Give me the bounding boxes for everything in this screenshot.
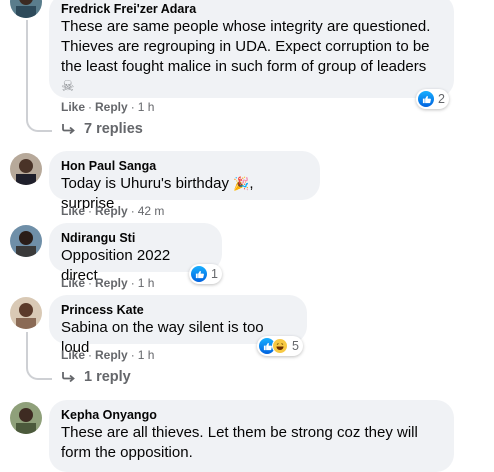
reaction-count: 2 (438, 92, 445, 106)
avatar-photo (10, 225, 42, 257)
haha-icon (272, 338, 288, 354)
timestamp[interactable]: 42 m (138, 204, 165, 218)
comment-author[interactable]: Hon Paul Sanga (61, 158, 308, 174)
comment-bubble: Fredrick Frei'zer Adara These are same p… (49, 0, 454, 98)
avatar[interactable] (10, 153, 42, 185)
comment-body: These are all thieves. Let them be stron… (61, 424, 418, 461)
avatar-photo (10, 0, 42, 18)
thread-line (26, 20, 28, 120)
avatar-photo (10, 153, 42, 185)
replies-label: 1 reply (84, 369, 131, 385)
reaction-count: 1 (211, 267, 218, 281)
thread-curve (26, 364, 52, 380)
timestamp[interactable]: 1 h (138, 100, 155, 114)
like-link[interactable]: Like (61, 100, 85, 114)
avatar-photo (10, 297, 42, 329)
avatar[interactable] (10, 297, 42, 329)
like-icon (191, 266, 207, 282)
reply-link[interactable]: Reply (95, 204, 128, 218)
comment-bubble: Kepha Onyango These are all thieves. Let… (49, 400, 454, 472)
comment-author[interactable]: Fredrick Frei'zer Adara (61, 1, 442, 17)
comment-author[interactable]: Ndirangu Sti (61, 230, 210, 246)
timestamp[interactable]: 1 h (138, 276, 155, 290)
avatar[interactable] (10, 225, 42, 257)
like-link[interactable]: Like (61, 204, 85, 218)
party-popper-icon: 🎉 (233, 176, 250, 191)
thread-curve (26, 116, 52, 132)
comment-body: These are same people whose integrity ar… (61, 18, 431, 75)
skull-crossbones-icon: ☠ (61, 78, 75, 95)
reaction-summary[interactable]: 5 (257, 336, 303, 356)
reaction-summary[interactable]: 1 (189, 264, 222, 284)
reply-link[interactable]: Reply (95, 100, 128, 114)
reply-arrow-icon (62, 371, 76, 383)
comment-author[interactable]: Princess Kate (61, 302, 295, 318)
comment-body-start: Today is Uhuru's birthday (61, 175, 234, 192)
reply-link[interactable]: Reply (95, 276, 128, 290)
like-link[interactable]: Like (61, 348, 85, 362)
replies-label: 7 replies (84, 121, 143, 137)
timestamp[interactable]: 1 h (138, 348, 155, 362)
avatar-photo (10, 402, 42, 434)
avatar[interactable] (10, 402, 42, 434)
thread-line (26, 332, 28, 368)
reply-link[interactable]: Reply (95, 348, 128, 362)
comment-text: These are same people whose integrity ar… (61, 17, 442, 97)
avatar[interactable] (10, 0, 42, 18)
view-replies-button[interactable]: 7 replies (62, 121, 143, 137)
comment-actions: Like · Reply · 1 h (61, 348, 155, 362)
comment-bubble: Hon Paul Sanga Today is Uhuru's birthday… (49, 151, 320, 212)
comment-actions: Like · Reply · 42 m (61, 204, 165, 218)
comment-actions: Like · Reply · 1 h (61, 276, 155, 290)
comment-author[interactable]: Kepha Onyango (61, 407, 442, 423)
reply-arrow-icon (62, 123, 76, 135)
reaction-summary[interactable]: 2 (416, 89, 449, 109)
like-link[interactable]: Like (61, 276, 85, 290)
comment-actions: Like · Reply · 1 h (61, 100, 155, 114)
view-replies-button[interactable]: 1 reply (62, 369, 131, 385)
like-icon (418, 91, 434, 107)
reaction-count: 5 (292, 339, 299, 353)
